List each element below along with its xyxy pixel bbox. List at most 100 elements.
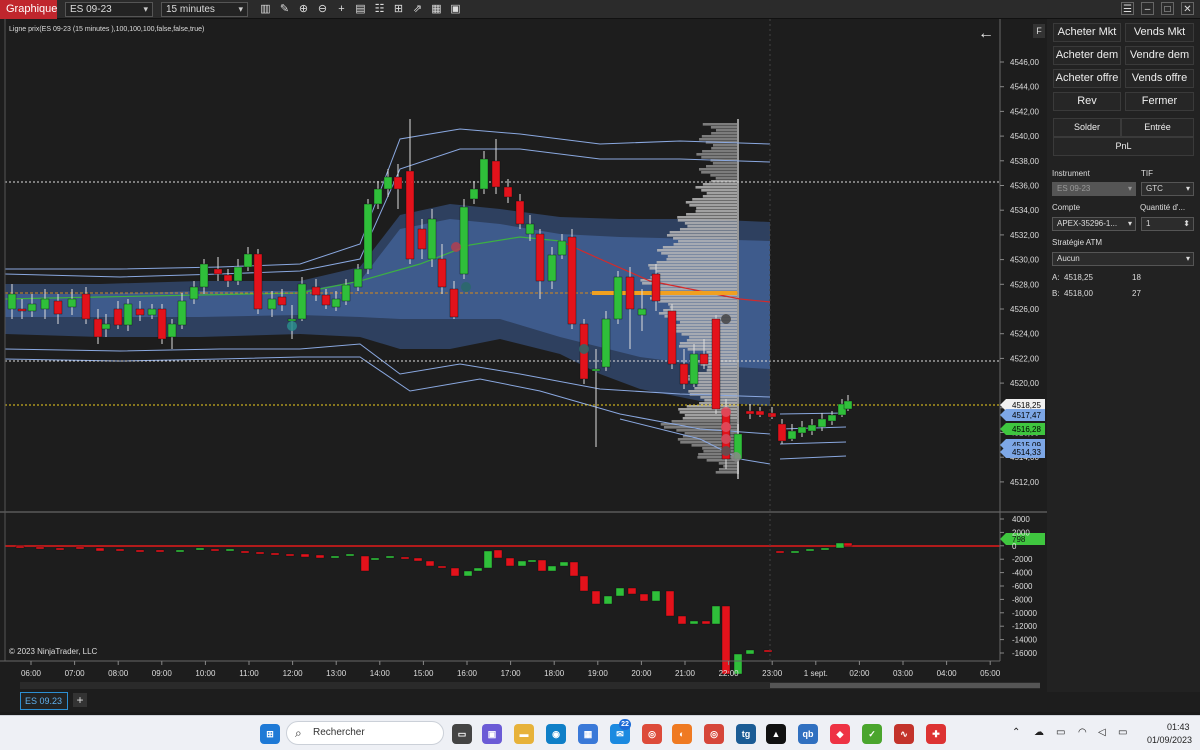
time-axis-label: 10:00 <box>195 669 216 678</box>
chart-panel[interactable]: 798 4546,00 4544,00 4542,00 4540,00 4538,00 4… <box>0 19 1047 692</box>
bear-candle <box>745 404 755 419</box>
candle-body <box>651 273 661 302</box>
data-box-icon[interactable]: ▤ <box>353 2 368 17</box>
f-button[interactable]: F <box>1033 24 1045 38</box>
instrument-field-value: ES 09-23 <box>1057 184 1091 193</box>
properties-icon[interactable]: ☷ <box>372 2 387 17</box>
chevron-down-icon: ▾ <box>1185 254 1190 263</box>
solder-button[interactable]: Solder <box>1053 118 1121 137</box>
tab-es-09-23[interactable]: ES 09.23 <box>20 692 68 710</box>
file-explorer-icon[interactable]: ▬ <box>514 724 534 744</box>
reverse-button[interactable]: Rev <box>1053 92 1121 111</box>
wifi-icon[interactable]: ◠ <box>1078 727 1087 738</box>
volume-icon[interactable]: ◁ <box>1098 727 1106 738</box>
indicator-bar-up <box>689 620 699 625</box>
candle-body <box>503 186 513 198</box>
price-axis-label: 4528,00 <box>1010 280 1039 289</box>
bar-chart-icon[interactable]: ▥ <box>258 2 273 17</box>
cloud-icon[interactable]: ☁ <box>1034 727 1044 738</box>
bear-candle <box>567 229 577 329</box>
teams-icon[interactable]: ▣ <box>482 724 502 744</box>
maximize-icon[interactable]: □ <box>1161 2 1174 15</box>
tray-chevron-icon[interactable]: ⌃ <box>1012 727 1020 738</box>
volume-profile-bar <box>712 144 737 147</box>
price-axis-label: 4544,00 <box>1010 83 1039 92</box>
indicator-bar-up <box>225 548 235 552</box>
indicator-bar-down <box>115 548 125 552</box>
strategy-icon[interactable]: ⇗ <box>410 2 425 17</box>
close-position-button[interactable]: Fermer <box>1125 92 1194 111</box>
candle-body <box>817 418 827 428</box>
indicator-bar-up <box>615 587 625 597</box>
edge-icon[interactable]: ◉ <box>546 724 566 744</box>
indicator-bar-down <box>95 547 105 552</box>
close-icon[interactable]: ✕ <box>1181 2 1194 15</box>
drawing-objects-icon[interactable]: ▣ <box>448 2 463 17</box>
pnl-button[interactable]: PnL <box>1053 137 1194 156</box>
buy-market-button[interactable]: Acheter Mkt <box>1053 23 1121 42</box>
signal-dot <box>287 321 297 331</box>
taskbar-search[interactable]: ⌕ Rechercher <box>286 721 444 745</box>
network-icon[interactable]: ▭ <box>1056 727 1065 738</box>
indicator-axis-label: 0 <box>1012 542 1017 551</box>
ninjatrader-icon[interactable]: ▲ <box>766 724 786 744</box>
instrument-selector[interactable]: ES 09-23 ▾ <box>65 1 153 17</box>
account-select[interactable]: APEX-35296-1... ▾ <box>1052 217 1136 231</box>
indicator-bar-down <box>315 554 325 559</box>
zoom-out-icon[interactable]: ⊖ <box>315 2 330 17</box>
tif-select[interactable]: GTC ▾ <box>1141 182 1194 196</box>
crosshair-icon[interactable]: + <box>334 2 349 17</box>
add-tab-button[interactable]: + <box>73 693 87 707</box>
volume-profile-bar <box>711 132 737 135</box>
stepper-icon[interactable]: ⬍ <box>1183 218 1190 230</box>
menu-icon[interactable]: ☰ <box>1121 2 1134 15</box>
battery-icon[interactable]: ▭ <box>1118 727 1127 738</box>
volume-profile-bar <box>704 399 737 402</box>
bear-candle <box>503 179 513 203</box>
volume-profile-bar <box>667 255 737 258</box>
indicator-icon[interactable]: ⊞ <box>391 2 406 17</box>
ask-size: 18 <box>1132 273 1141 282</box>
interval-selector[interactable]: 15 minutes ▾ <box>161 1 248 17</box>
volume-profile-bar <box>696 153 737 156</box>
clock-time: 01:43 <box>1167 722 1190 732</box>
zoom-in-icon[interactable]: ⊕ <box>296 2 311 17</box>
entree-button[interactable]: Entrée <box>1121 118 1194 137</box>
bull-candle <box>243 247 253 271</box>
app-icon[interactable]: ◆ <box>830 724 850 744</box>
indicator-bar-down <box>425 560 435 567</box>
sell-ask-button[interactable]: Vends offre <box>1125 69 1194 88</box>
time-axis-label: 12:00 <box>283 669 304 678</box>
candle-body <box>243 253 253 268</box>
candle-body <box>113 308 123 326</box>
windows-start-icon[interactable]: ⊞ <box>260 724 280 744</box>
price-chart[interactable]: 798 4546,004544,004542,004540,004538,004… <box>0 19 1047 692</box>
indicator-bar-down <box>665 590 675 617</box>
app-wave-icon[interactable]: ∿ <box>894 724 914 744</box>
quantity-stepper[interactable]: 1 ⬍ <box>1141 217 1194 231</box>
sell-market-button[interactable]: Vends Mkt <box>1125 23 1194 42</box>
trading-app-icon[interactable]: tg <box>736 724 756 744</box>
app-tool-icon[interactable]: ✚ <box>926 724 946 744</box>
task-view-icon[interactable]: ▭ <box>452 724 472 744</box>
firefox-icon[interactable]: ◐ <box>672 724 692 744</box>
indicator-bar-down <box>300 553 310 558</box>
buy-bid-button[interactable]: Acheter dem <box>1053 46 1121 65</box>
indicator-bar-up <box>473 567 483 572</box>
excel-icon[interactable]: ✓ <box>862 724 882 744</box>
qb-icon[interactable]: qb <box>798 724 818 744</box>
sell-bid-button[interactable]: Vendre dem <box>1125 46 1194 65</box>
candle-body <box>373 188 383 205</box>
atm-strategy-select[interactable]: Aucun ▾ <box>1052 252 1194 266</box>
bear-candle <box>491 139 501 194</box>
templates-icon[interactable]: ▦ <box>429 2 444 17</box>
chrome-icon[interactable]: ◎ <box>642 724 662 744</box>
back-arrow-icon[interactable]: ← <box>978 25 994 43</box>
candle-body <box>147 308 157 316</box>
draw-icon[interactable]: ✎ <box>277 2 292 17</box>
buy-ask-button[interactable]: Acheter offre <box>1053 69 1121 88</box>
minimize-icon[interactable]: – <box>1141 2 1154 15</box>
chrome-profile-icon[interactable]: ◎ <box>704 724 724 744</box>
store-icon[interactable]: ▦ <box>578 724 598 744</box>
price-axis-label: 4534,00 <box>1010 206 1039 215</box>
